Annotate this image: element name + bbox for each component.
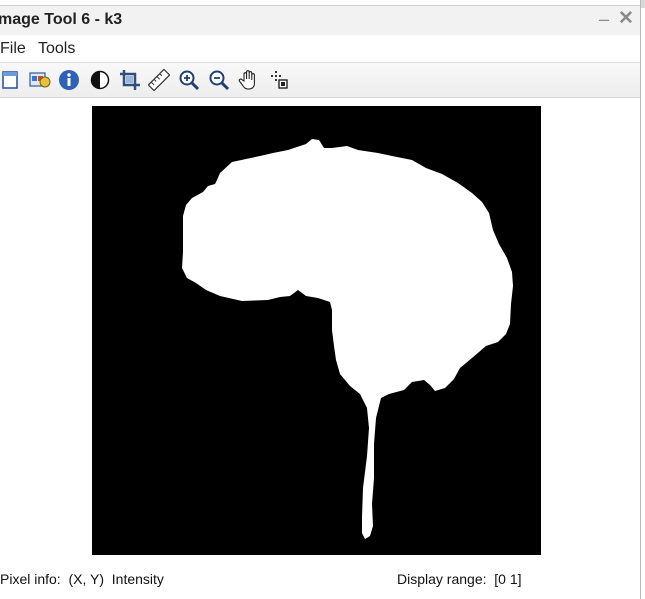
minimize-button[interactable]: – (594, 9, 614, 29)
crop-icon[interactable] (119, 69, 141, 91)
window-title: mage Tool 6 - k3 (0, 11, 123, 28)
image-info-icon[interactable] (29, 69, 51, 91)
title-bar[interactable]: mage Tool 6 - k3 – ✕ (0, 5, 640, 35)
desktop-strip (641, 0, 645, 8)
image-display[interactable] (92, 106, 541, 555)
image-canvas-area (0, 98, 640, 563)
menu-tools[interactable]: Tools (38, 40, 75, 58)
pixel-info-label: Pixel info: (X, Y) Intensity (0, 571, 164, 587)
pixel-region-icon[interactable] (268, 69, 290, 91)
contrast-icon[interactable] (89, 69, 111, 91)
zoom-out-icon[interactable] (208, 69, 230, 91)
menu-bar: File Tools (0, 35, 640, 62)
desktop-background (641, 0, 645, 599)
new-window-icon[interactable] (0, 69, 22, 91)
image-tool-window: mage Tool 6 - k3 – ✕ File Tools Pixel in… (0, 0, 641, 599)
pan-hand-icon[interactable] (238, 69, 260, 91)
info-icon[interactable] (58, 69, 80, 91)
ruler-icon[interactable] (148, 69, 170, 91)
display-range-label: Display range: [0 1] (397, 571, 522, 587)
binary-mask-image (92, 106, 541, 555)
toolbar (0, 62, 640, 98)
menu-file[interactable]: File (0, 40, 26, 58)
status-bar: Pixel info: (X, Y) Intensity Display ran… (0, 563, 640, 599)
zoom-in-icon[interactable] (178, 69, 200, 91)
close-button[interactable]: ✕ (616, 9, 636, 29)
